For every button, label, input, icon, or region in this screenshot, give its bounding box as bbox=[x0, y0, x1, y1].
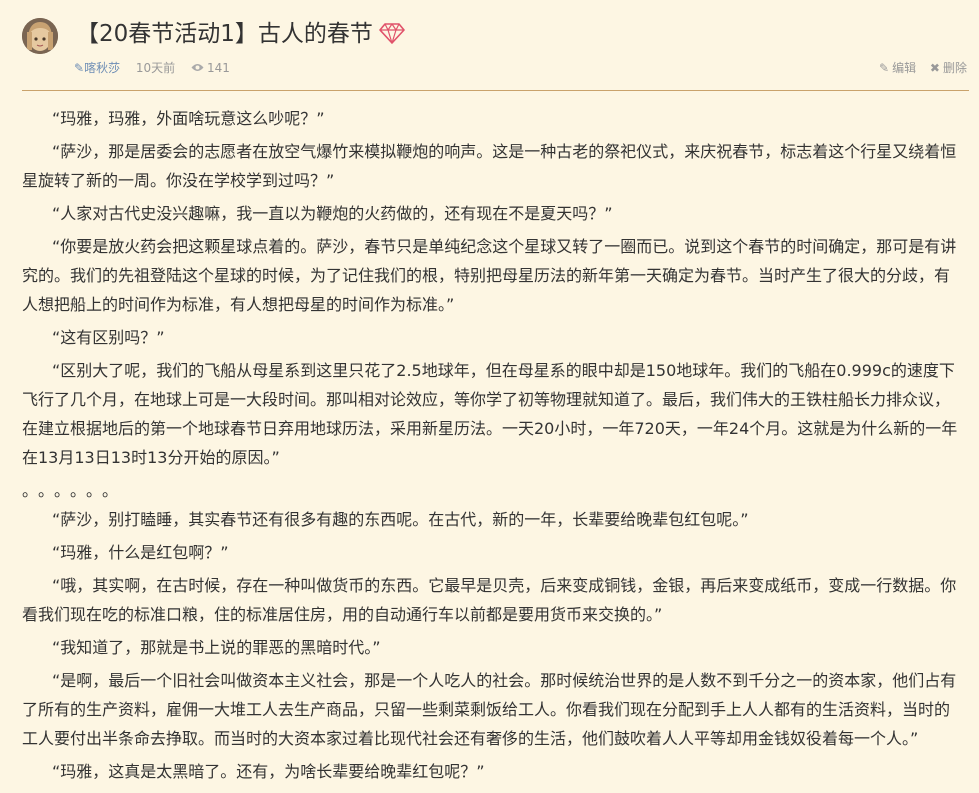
author-name: 喀秋莎 bbox=[84, 61, 121, 75]
paragraph: “哦，其实啊，在古时候，存在一种叫做货币的东西。它最早是贝壳，后来变成铜钱，金银… bbox=[22, 576, 957, 624]
header-divider bbox=[22, 90, 969, 91]
post-title: 【20春节活动1】古人的春节 bbox=[76, 19, 405, 52]
eye-icon bbox=[191, 61, 204, 75]
pen-icon: ✎ bbox=[74, 61, 85, 75]
paragraph: “萨沙，那是居委会的志愿者在放空气爆竹来模拟鞭炮的响声。这是一种古老的祭祀仪式，… bbox=[22, 142, 957, 190]
view-count: 141 bbox=[191, 61, 230, 75]
post-header: 【20春节活动1】古人的春节 ✎喀秋莎 10天前 141 ✎ 编辑 ✖ 删除 bbox=[0, 0, 979, 91]
post-time: 10天前 bbox=[135, 61, 176, 75]
post-title-text: 【20春节活动1】古人的春节 bbox=[76, 21, 373, 47]
ellipsis-separator: 。。。。。。 bbox=[22, 481, 127, 500]
post-actions: ✎ 编辑 ✖ 删除 bbox=[869, 59, 967, 76]
paragraph: “玛雅，这真是太黑暗了。还有，为啥长辈要给晚辈红包呢？” bbox=[52, 762, 485, 781]
paragraph: “区别大了呢，我们的飞船从母星系到这里只花了2.5地球年，但在母星系的眼中却是1… bbox=[22, 361, 958, 467]
close-icon: ✖ bbox=[929, 61, 940, 75]
avatar[interactable] bbox=[22, 18, 58, 54]
paragraph: “玛雅，什么是红包啊？” bbox=[52, 543, 229, 562]
author-link[interactable]: ✎喀秋莎 bbox=[74, 61, 120, 75]
paragraph: “萨沙，别打瞌睡，其实春节还有很多有趣的东西呢。在古代，新的一年，长辈要给晚辈包… bbox=[52, 510, 749, 529]
post-meta: ✎喀秋莎 10天前 141 bbox=[74, 59, 242, 76]
paragraph: “人家对古代史没兴趣嘛，我一直以为鞭炮的火药做的，还有现在不是夏天吗？” bbox=[52, 204, 613, 223]
paragraph: “玛雅，玛雅，外面啥玩意这么吵呢？” bbox=[52, 109, 325, 128]
view-count-value: 141 bbox=[207, 61, 230, 75]
edit-label: 编辑 bbox=[892, 61, 917, 75]
paragraph: “你要是放火药会把这颗星球点着的。萨沙，春节只是单纯纪念这个星球又转了一圈而已。… bbox=[22, 237, 957, 314]
post-body: “玛雅，玛雅，外面啥玩意这么吵呢？” “萨沙，那是居委会的志愿者在放空气爆竹来模… bbox=[22, 104, 964, 790]
edit-icon: ✎ bbox=[879, 61, 890, 75]
gem-icon bbox=[379, 22, 405, 52]
delete-button[interactable]: ✖ 删除 bbox=[930, 61, 967, 75]
edit-button[interactable]: ✎ 编辑 bbox=[879, 61, 916, 75]
delete-label: 删除 bbox=[942, 61, 967, 75]
paragraph: “我知道了，那就是书上说的罪恶的黑暗时代。” bbox=[52, 638, 381, 657]
paragraph: “这有区别吗？” bbox=[52, 328, 165, 347]
paragraph: “是啊，最后一个旧社会叫做资本主义社会，那是一个人吃人的社会。那时候统治世界的是… bbox=[22, 671, 957, 748]
